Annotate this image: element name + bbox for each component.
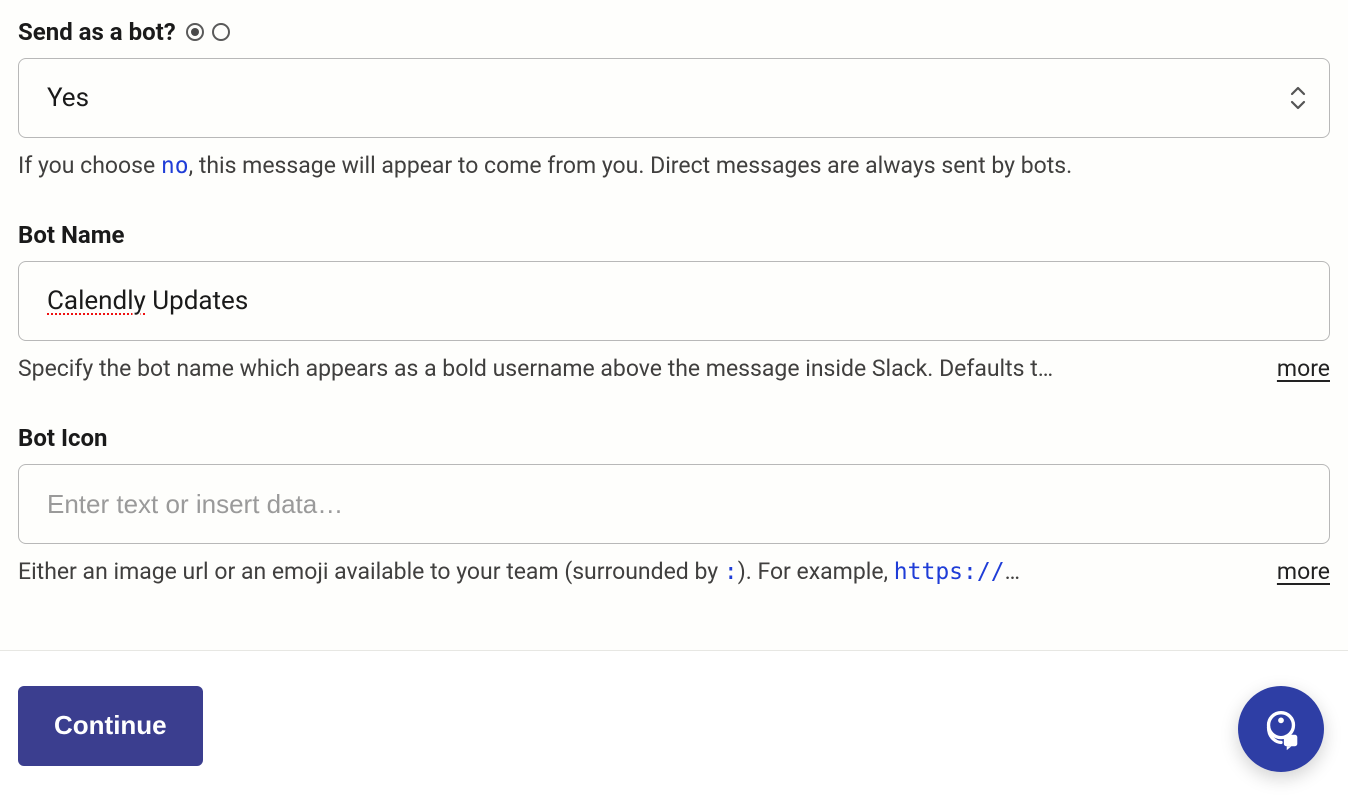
radio-option-1[interactable]: [186, 23, 204, 41]
bot-name-input[interactable]: Calendly Updates: [18, 261, 1330, 341]
bot-name-rest-part: Updates: [146, 286, 248, 316]
continue-button[interactable]: Continue: [18, 686, 203, 766]
help-fab-button[interactable]: [1238, 686, 1324, 772]
help-mid: ). For example,: [738, 558, 894, 585]
help-suffix: , this message will appear to come from …: [189, 152, 1073, 179]
help-suffix: …: [1005, 558, 1020, 585]
label-row: Send as a bot?: [18, 18, 1330, 46]
send-as-bot-label: Send as a bot?: [18, 18, 176, 46]
send-as-bot-select[interactable]: Yes: [18, 58, 1330, 138]
help-prefix: Either an image url or an emoji availabl…: [18, 558, 724, 585]
help-prefix: If you choose: [18, 152, 161, 179]
send-as-bot-help: If you choose no, this message will appe…: [18, 152, 1330, 179]
footer-bar: Continue: [0, 650, 1348, 800]
bot-name-more-link[interactable]: more: [1277, 355, 1330, 382]
field-bot-name: Bot Name Calendly Updates Specify the bo…: [18, 221, 1330, 382]
send-as-bot-help-row: If you choose no, this message will appe…: [18, 152, 1330, 179]
field-send-as-bot: Send as a bot? Yes If you choose no, thi…: [18, 18, 1330, 179]
bot-icon-input[interactable]: [18, 464, 1330, 544]
radio-option-2[interactable]: [212, 23, 230, 41]
field-bot-icon: Bot Icon Either an image url or an emoji…: [18, 424, 1330, 585]
bot-icon-label: Bot Icon: [18, 424, 107, 452]
bot-name-label: Bot Name: [18, 221, 124, 249]
send-as-bot-radio-group: [186, 23, 230, 41]
support-icon: [1258, 706, 1304, 752]
help-code-no: no: [161, 153, 189, 179]
help-code-url: https://: [894, 559, 1005, 585]
label-row: Bot Icon: [18, 424, 1330, 452]
send-as-bot-select-value: Yes: [47, 83, 89, 113]
bot-name-misspelled-part: Calendly: [47, 286, 146, 316]
bot-name-help-row: Specify the bot name which appears as a …: [18, 355, 1330, 382]
bot-icon-more-link[interactable]: more: [1277, 558, 1330, 585]
bot-name-help: Specify the bot name which appears as a …: [18, 355, 1253, 382]
bot-name-value: Calendly Updates: [47, 286, 248, 316]
form-scroll-area: Send as a bot? Yes If you choose no, thi…: [0, 0, 1348, 650]
send-as-bot-select-wrap: Yes: [18, 58, 1330, 138]
label-row: Bot Name: [18, 221, 1330, 249]
bot-icon-help: Either an image url or an emoji availabl…: [18, 558, 1253, 585]
help-code-colon: :: [724, 559, 738, 585]
bot-icon-help-row: Either an image url or an emoji availabl…: [18, 558, 1330, 585]
